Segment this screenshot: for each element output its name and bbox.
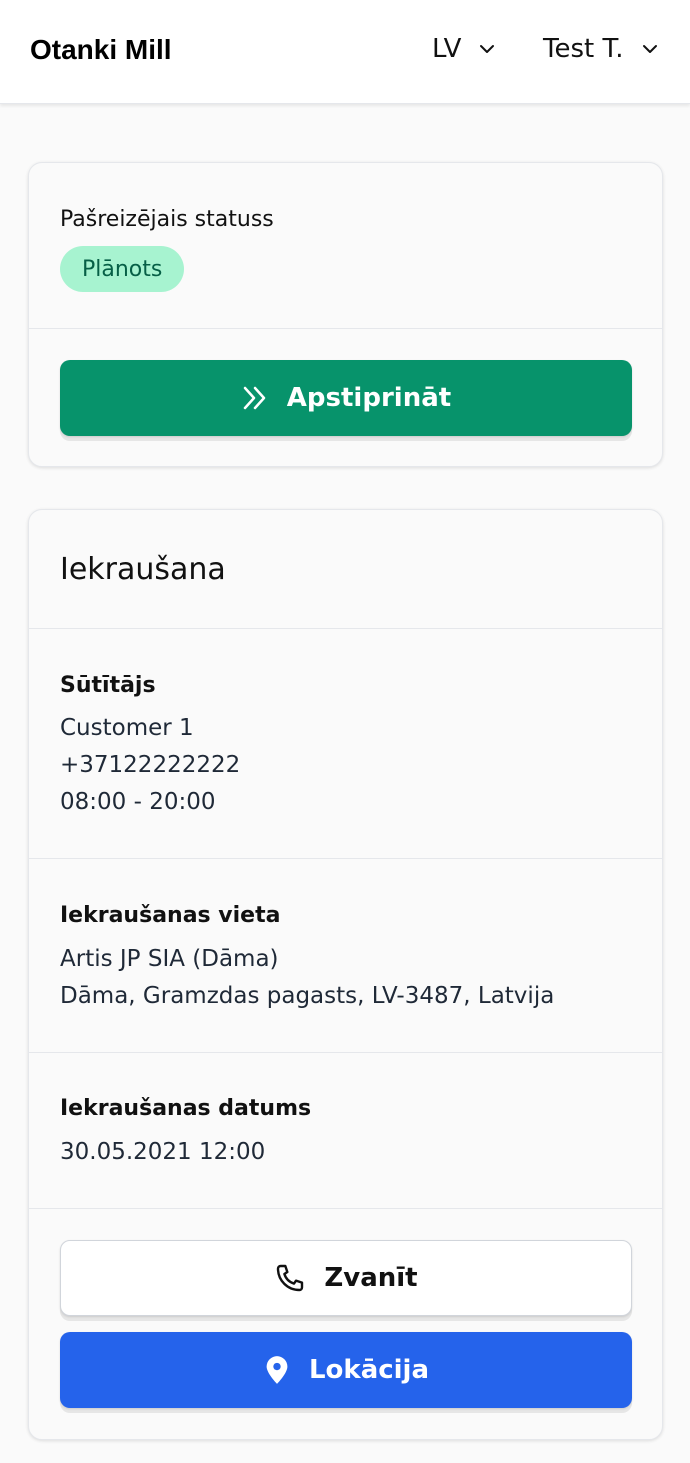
status-badge: Plānots <box>60 246 185 292</box>
section-title: Iekraušana <box>60 552 226 587</box>
date-value: 30.05.2021 12:00 <box>60 1139 266 1165</box>
call-button-label: Zvanīt <box>324 1263 418 1293</box>
location-button-label: Lokācija <box>308 1355 430 1385</box>
divider <box>29 1052 662 1053</box>
divider <box>29 328 662 329</box>
phone-icon <box>274 1262 306 1294</box>
user-menu[interactable]: Test T. <box>543 34 658 64</box>
confirm-button[interactable]: Apstiprināt <box>60 360 632 436</box>
date-label: Iekraušanas datums <box>60 1096 312 1121</box>
sender-phone: +37122222222 <box>60 752 241 778</box>
location-address: Dāma, Gramzdas pagasts, LV-3487, Latvija <box>60 983 555 1009</box>
call-button[interactable]: Zvanīt <box>60 1240 632 1316</box>
location-label: Iekraušanas vieta <box>60 903 281 928</box>
language-value: LV <box>432 34 462 64</box>
language-selector[interactable]: LV <box>432 34 495 64</box>
sender-label: Sūtītājs <box>60 673 156 698</box>
divider <box>29 1208 662 1209</box>
top-header: Otanki Mill LV Test T. <box>0 0 690 104</box>
divider <box>29 858 662 859</box>
brand-title: Otanki Mill <box>30 34 172 65</box>
status-label: Pašreizējais statuss <box>60 207 274 232</box>
sender-hours: 08:00 - 20:00 <box>60 789 216 815</box>
location-name: Artis JP SIA (Dāma) <box>60 946 279 972</box>
chevron-down-icon <box>642 41 658 57</box>
location-button[interactable]: Lokācija <box>60 1332 632 1408</box>
status-card: Pašreizējais statuss Plānots Apstiprināt <box>28 162 663 467</box>
map-pin-icon <box>263 1355 291 1385</box>
confirm-button-label: Apstiprināt <box>286 383 452 413</box>
divider <box>29 628 662 629</box>
sender-name: Customer 1 <box>60 715 194 741</box>
loading-card: Iekraušana Sūtītājs Customer 1 +37122222… <box>28 509 663 1440</box>
chevron-down-icon <box>479 41 495 57</box>
user-name: Test T. <box>543 34 624 64</box>
chevron-double-right-icon <box>241 384 269 412</box>
